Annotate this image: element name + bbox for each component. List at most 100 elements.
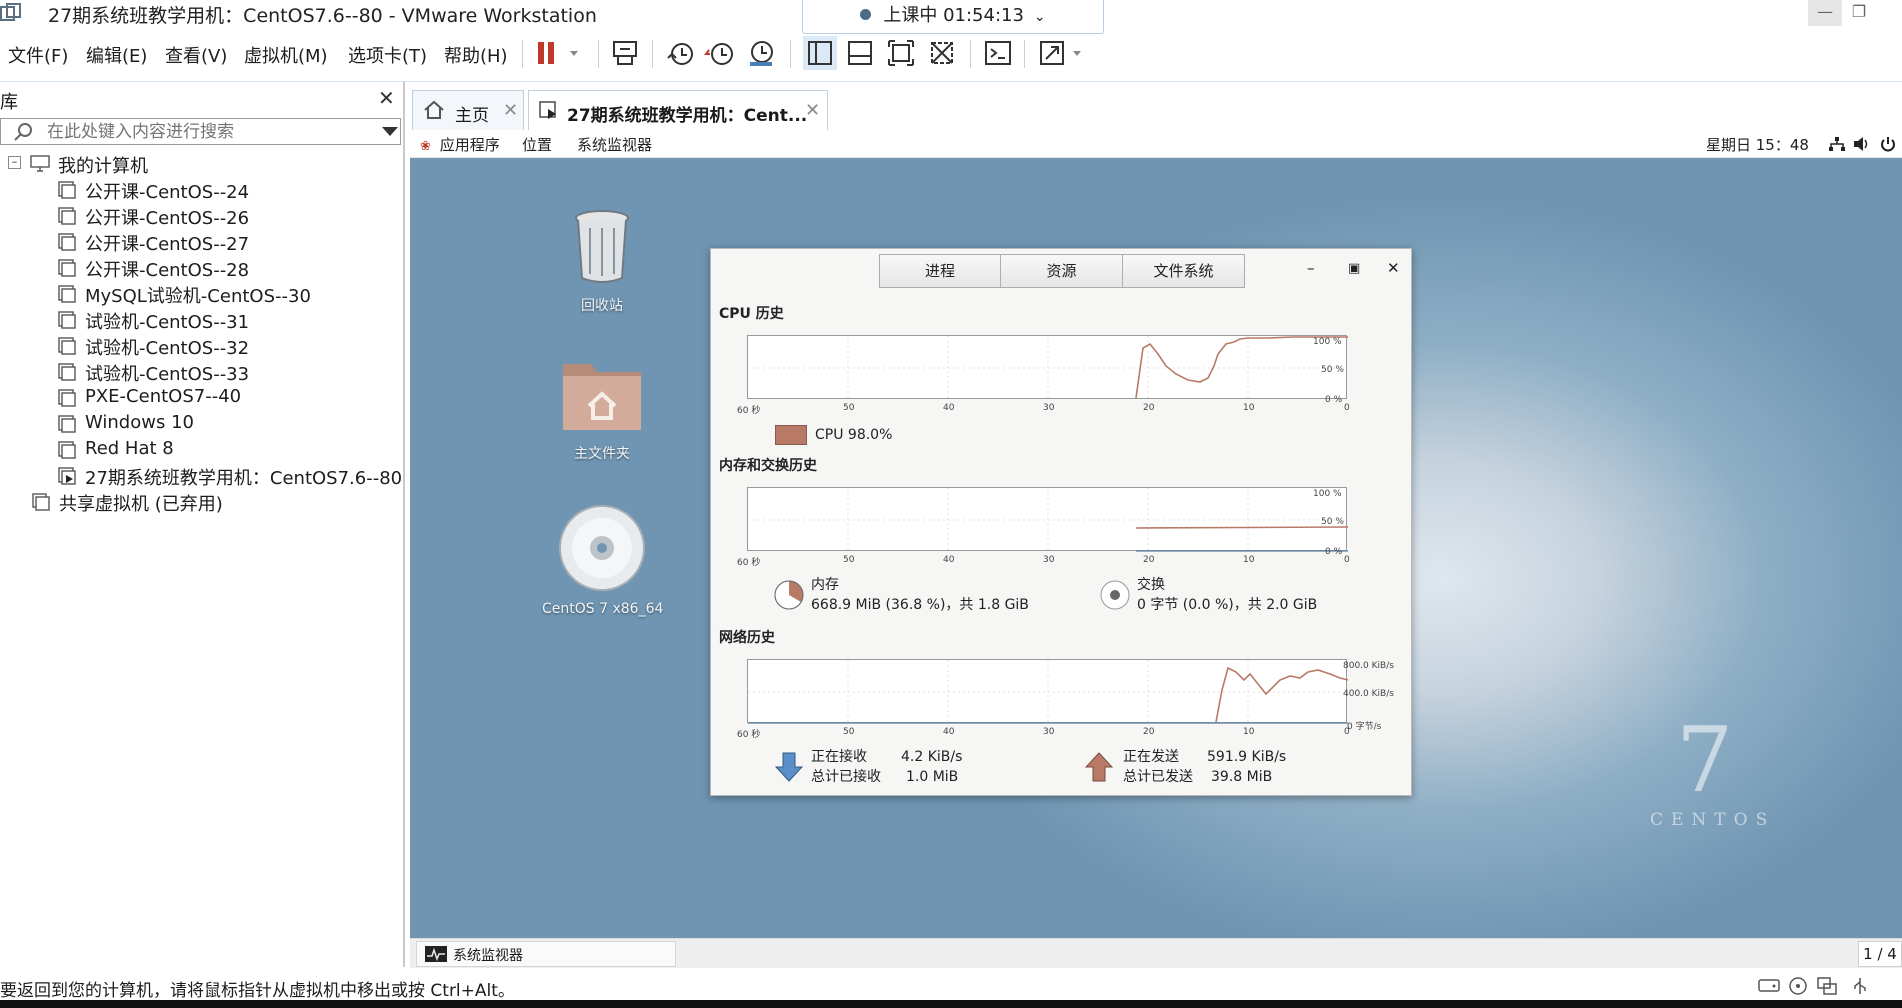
pause-button[interactable] [533,36,578,70]
memory-pie-icon[interactable] [773,579,805,611]
swap-pie-icon[interactable] [1099,579,1131,611]
sysmon-app-menu[interactable]: 系统监视器 [577,134,652,155]
tab-close-icon[interactable]: ✕ [805,100,820,121]
total-received-label: 总计已接收 [811,769,881,785]
vm-icon [58,259,76,277]
screen-bottom-edge [0,1000,1902,1008]
total-sent-label: 总计已发送 [1123,769,1193,785]
tree-vm-item[interactable]: Red Hat 8 [58,438,402,462]
mem-xtick: 30 [1043,555,1055,565]
tree-vm-item[interactable]: MySQL试验机-CentOS--30 [58,282,402,307]
toolbar-separator [652,40,653,68]
memory-label: 内存 [811,577,839,593]
library-search-input[interactable] [47,121,367,142]
tab-vm-label: 27期系统班教学用机：Cent... [567,106,808,126]
desktop-trash[interactable]: 回收站 [542,208,662,315]
power-icon[interactable] [1880,136,1896,152]
vm-icon [58,389,76,407]
menu-tabs[interactable]: 选项卡(T) [348,42,427,68]
sending-value: 591.9 KiB/s [1207,749,1287,765]
class-timer-badge[interactable]: 上课中 01:54:13 ⌄ [802,0,1104,34]
shared-vm-icon [32,493,50,511]
desktop-dvd[interactable]: CentOS 7 x86_64 [542,504,663,617]
library-title: 库 [0,92,18,113]
sysmon-minimize-button[interactable]: – [1307,259,1315,277]
trash-icon [575,210,629,283]
tree-root-my-computer[interactable]: – 我的计算机 [8,152,398,177]
menu-view[interactable]: 查看(V) [165,42,227,68]
menu-vm[interactable]: 虚拟机(M) [244,42,328,68]
revert-snapshot-icon[interactable] [704,36,738,70]
vm-icon [58,363,76,381]
download-arrow-icon[interactable] [775,751,803,783]
system-monitor-window: 进程 资源 文件系统 – ▣ ✕ CPU 历史 100 % 50 % 0 % 6… [710,248,1412,796]
chevron-down-icon: ⌄ [1033,9,1046,25]
network-adapter-icon[interactable] [1816,976,1838,996]
show-library-icon[interactable] [803,36,837,70]
desktop-trash-label: 回收站 [581,298,623,314]
tab-close-icon[interactable]: ✕ [503,100,518,121]
tree-vm-item[interactable]: 公开课-CentOS--24 [58,178,402,203]
guest-clock[interactable]: 星期日 15：48 [1706,134,1809,155]
snapshot-icon[interactable] [664,36,698,70]
usb-device-icon[interactable] [1850,976,1870,996]
places-menu[interactable]: 位置 [522,134,552,155]
tree-vm-item[interactable]: 公开课-CentOS--28 [58,256,402,281]
vm-icon [58,233,76,251]
optical-disc-icon [559,505,645,591]
tab-vm[interactable]: 27期系统班教学用机：Cent... ✕ [528,90,828,130]
computer-icon [30,155,50,172]
net-xtick: 20 [1143,727,1155,737]
tab-filesystems[interactable]: 文件系统 [1123,254,1245,288]
stretch-view-icon[interactable] [1036,36,1088,70]
cpu-color-swatch[interactable] [775,425,807,445]
apps-menu[interactable]: ❀ 应用程序 [420,134,500,155]
guest-taskbar: 系统监视器 1 / 4 [410,938,1902,968]
cpu-xtick: 20 [1143,403,1155,413]
tree-shared-vms[interactable]: 共享虚拟机 (已弃用) [32,490,392,515]
tree-vm-item[interactable]: 试验机-CentOS--33 [58,360,402,385]
minimize-button[interactable]: — [1808,0,1842,26]
sysmon-close-button[interactable]: ✕ [1387,259,1400,277]
tree-vm-item[interactable]: 27期系统班教学用机：CentOS7.6--80 [58,464,402,489]
menu-edit[interactable]: 编辑(E) [86,42,147,68]
taskbar-item-sysmon[interactable]: 系统监视器 [416,941,676,967]
library-close-icon[interactable]: ✕ [378,86,395,110]
tree-vm-label: 试验机-CentOS--31 [85,312,250,333]
console-view-icon[interactable] [981,36,1015,70]
menu-help[interactable]: 帮助(H) [444,42,508,68]
menu-file[interactable]: 文件(F) [8,42,68,68]
tab-home[interactable]: 主页 ✕ [412,90,524,130]
tab-processes[interactable]: 进程 [879,254,1001,288]
restore-button[interactable]: ❐ [1842,0,1876,26]
thumbnail-bar-icon[interactable] [843,36,877,70]
tree-vm-item[interactable]: 公开课-CentOS--27 [58,230,402,255]
upload-arrow-icon[interactable] [1085,751,1113,783]
workspace-pager[interactable]: 1 / 4 [1858,941,1902,967]
tree-vm-item[interactable]: 试验机-CentOS--31 [58,308,402,333]
send-ctrl-alt-del-icon[interactable] [608,36,642,70]
cpu-xtick: 40 [943,403,955,413]
sysmon-maximize-button[interactable]: ▣ [1348,261,1360,276]
desktop-home-folder[interactable]: 主文件夹 [542,354,662,463]
sending-label: 正在发送 [1123,749,1179,765]
library-panel: 库 ✕ – 我的计算机公开课-CentOS--24 公开课-CentOS--26 公开… [0,82,405,967]
network-icon[interactable] [1828,136,1846,152]
guest-top-panel: ❀ 应用程序 位置 系统监视器 星期日 15：48 [410,130,1902,158]
cd-dvd-icon[interactable] [1788,976,1808,996]
unity-mode-icon[interactable] [925,36,959,70]
hard-disk-icon[interactable] [1758,976,1780,994]
tab-resources[interactable]: 资源 [1001,254,1123,288]
toolbar-separator [598,40,599,68]
sysmon-header: 进程 资源 文件系统 – ▣ ✕ [711,249,1411,293]
search-dropdown-icon[interactable] [382,127,398,136]
tree-vm-item[interactable]: 公开课-CentOS--26 [58,204,402,229]
full-screen-icon[interactable] [884,36,918,70]
tree-vm-item[interactable]: PXE-CentOS7--40 [58,386,402,410]
collapse-icon[interactable]: – [8,156,21,169]
tree-vm-item[interactable]: Windows 10 [58,412,402,436]
snapshot-manager-icon[interactable] [744,36,778,70]
tree-vm-item[interactable]: 试验机-CentOS--32 [58,334,402,359]
volume-icon[interactable] [1852,136,1870,152]
vmware-app-icon [0,3,21,21]
